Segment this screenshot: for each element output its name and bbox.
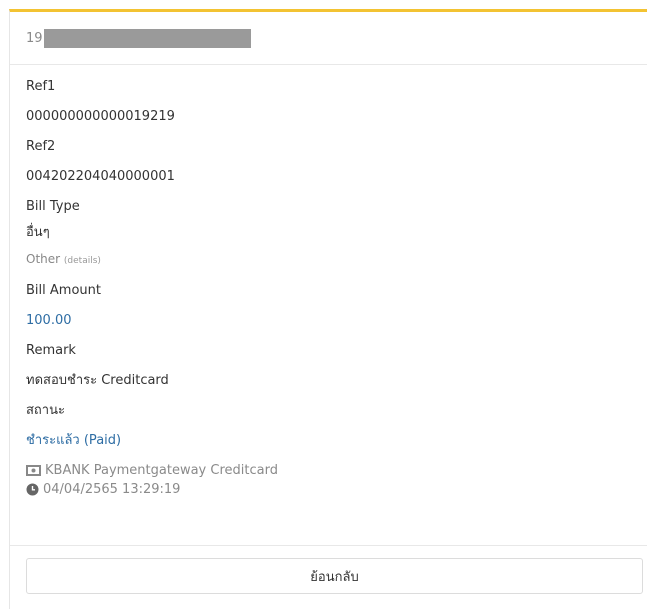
status-label: สถานะ [26,403,65,418]
ref1-value: 000000000000019219 [26,109,175,124]
remark-value: ทดสอบชำระ Creditcard [26,373,169,388]
bill-detail-card: 19 Ref1 000000000000019219 Ref2 00420220… [9,9,647,609]
timestamp-row: 04/04/2565 13:29:19 [26,480,647,499]
reference-prefix: 19 [26,30,43,46]
detail-body: Ref1 000000000000019219 Ref2 00420220404… [10,65,647,499]
money-icon [26,465,41,476]
remark-label: Remark [26,343,76,358]
bill-amount-value: 100.00 [26,313,72,328]
bill-type-other-text: Other [26,252,61,266]
payment-method-text: KBANK Paymentgateway Creditcard [45,463,278,478]
bill-amount-label: Bill Amount [26,283,101,298]
payment-timestamp: 04/04/2565 13:29:19 [43,482,181,497]
ref1-label: Ref1 [26,79,56,94]
bill-type-value: อื่นๆ [26,225,50,240]
ref2-value: 004202204040000001 [26,169,175,184]
ref2-label: Ref2 [26,139,56,154]
back-button[interactable]: ย้อนกลับ [26,558,643,594]
bill-type-other: Other (details) [26,249,647,271]
status-value: ชำระแล้ว (Paid) [26,433,122,448]
card-footer: ย้อนกลับ [10,545,647,610]
bill-type-label: Bill Type [26,199,80,214]
redacted-block [43,28,251,48]
clock-icon [26,483,39,496]
bill-type-details-link[interactable]: (details) [64,256,101,266]
card-header: 19 [10,12,647,65]
payment-method-row: KBANK Paymentgateway Creditcard [26,461,647,480]
back-button-label: ย้อนกลับ [310,569,359,585]
